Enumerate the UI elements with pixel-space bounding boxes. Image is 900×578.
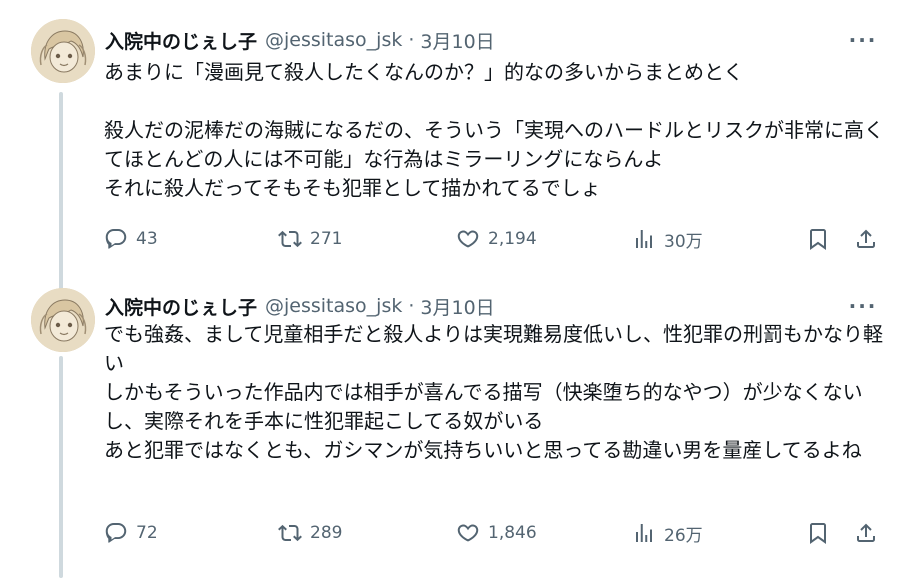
views-button[interactable]: 26万 bbox=[632, 521, 806, 546]
like-button[interactable]: 1,846 bbox=[456, 521, 632, 545]
author-handle[interactable]: @jessitaso_jsk bbox=[265, 295, 402, 317]
reply-count: 72 bbox=[136, 523, 158, 543]
avatar[interactable] bbox=[31, 19, 95, 83]
author-handle[interactable]: @jessitaso_jsk bbox=[265, 29, 402, 51]
right-actions bbox=[806, 227, 878, 251]
like-count: 2,194 bbox=[488, 229, 537, 249]
retweet-count: 271 bbox=[310, 229, 343, 249]
tweet-header: 入院中のじぇし子 @jessitaso_jsk · 3月10日 bbox=[105, 26, 495, 54]
retweet-button[interactable]: 271 bbox=[278, 227, 456, 251]
tweet[interactable]: 入院中のじぇし子 @jessitaso_jsk · 3月10日 ··· でも強姦… bbox=[0, 286, 900, 578]
views-chart-icon bbox=[636, 230, 652, 248]
author-name[interactable]: 入院中のじぇし子 bbox=[105, 27, 257, 54]
retweet-icon bbox=[278, 524, 302, 542]
share-icon[interactable] bbox=[854, 227, 878, 251]
retweet-icon bbox=[278, 230, 302, 248]
thread-line bbox=[59, 356, 63, 578]
author-name[interactable]: 入院中のじぇし子 bbox=[105, 293, 257, 320]
more-icon[interactable]: ··· bbox=[848, 28, 878, 52]
avatar[interactable] bbox=[31, 288, 95, 352]
more-icon[interactable]: ··· bbox=[848, 294, 878, 318]
tweet-header: 入院中のじぇし子 @jessitaso_jsk · 3月10日 bbox=[105, 292, 495, 320]
retweet-button[interactable]: 289 bbox=[278, 521, 456, 545]
bookmark-icon[interactable] bbox=[806, 227, 830, 251]
thread-line bbox=[59, 92, 63, 290]
views-count: 30万 bbox=[664, 231, 703, 252]
tweet-actions: 72 289 1,846 26万 bbox=[104, 518, 878, 548]
share-icon[interactable] bbox=[854, 521, 878, 545]
avatar-illustration bbox=[31, 19, 95, 83]
tweet-text: あまりに「漫画見て殺人したくなんのか？」的なの多いからまとめとく 殺人だの泥棒だ… bbox=[104, 60, 884, 200]
separator-dot: · bbox=[408, 29, 415, 51]
tweet[interactable]: 入院中のじぇし子 @jessitaso_jsk · 3月10日 ··· あまりに… bbox=[0, 0, 900, 290]
reply-icon bbox=[105, 523, 127, 543]
views-chart-icon bbox=[636, 524, 652, 542]
like-count: 1,846 bbox=[488, 523, 537, 543]
tweet-text: でも強姦、まして児童相手だと殺人よりは実現難易度低いし、性犯罪の刑罰もかなり軽い… bbox=[104, 322, 883, 462]
separator-dot: · bbox=[408, 295, 415, 317]
heart-icon bbox=[457, 524, 479, 542]
reply-button[interactable]: 43 bbox=[104, 227, 278, 251]
tweet-date[interactable]: 3月10日 bbox=[420, 27, 494, 54]
heart-icon bbox=[457, 230, 479, 248]
reply-icon bbox=[105, 229, 127, 249]
reply-count: 43 bbox=[136, 229, 158, 249]
reply-button[interactable]: 72 bbox=[104, 521, 278, 545]
views-button[interactable]: 30万 bbox=[632, 227, 806, 252]
tweet-actions: 43 271 2,194 30万 bbox=[104, 224, 878, 254]
views-count: 26万 bbox=[664, 525, 703, 546]
right-actions bbox=[806, 521, 878, 545]
bookmark-icon[interactable] bbox=[806, 521, 830, 545]
like-button[interactable]: 2,194 bbox=[456, 227, 632, 251]
tweet-date[interactable]: 3月10日 bbox=[420, 293, 494, 320]
avatar-illustration bbox=[31, 288, 95, 352]
retweet-count: 289 bbox=[310, 523, 343, 543]
